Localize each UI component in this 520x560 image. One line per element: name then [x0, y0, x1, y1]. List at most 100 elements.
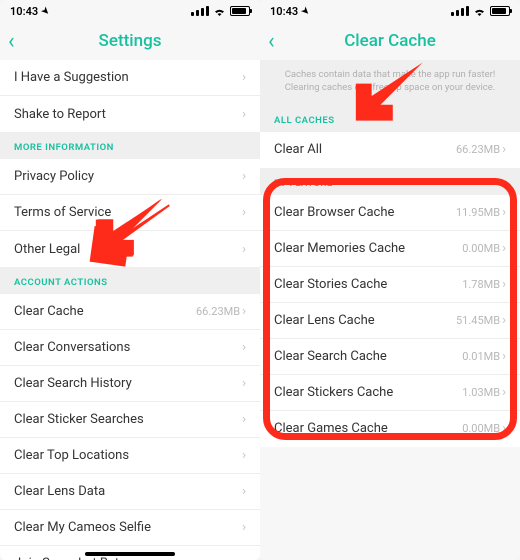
- row-clear-games-cache[interactable]: Clear Games Cache 0.00MB›: [260, 411, 520, 447]
- nav-header: ‹ Clear Cache: [260, 22, 520, 60]
- row-label: Clear Lens Data: [14, 484, 105, 499]
- row-clear-sticker-searches[interactable]: Clear Sticker Searches ›: [0, 402, 260, 438]
- row-clear-browser-cache[interactable]: Clear Browser Cache 11.95MB›: [260, 195, 520, 231]
- chevron-right-icon: ›: [242, 448, 246, 463]
- back-button[interactable]: ‹: [8, 29, 15, 54]
- row-other-legal[interactable]: Other Legal ›: [0, 231, 260, 267]
- row-clear-stickers-cache[interactable]: Clear Stickers Cache 1.03MB›: [260, 375, 520, 411]
- back-button[interactable]: ‹: [268, 29, 275, 54]
- signal-icon: [451, 6, 469, 16]
- row-detail: 66.23MB: [456, 143, 500, 156]
- row-label: Terms of Service: [14, 205, 111, 220]
- chevron-right-icon: ›: [242, 520, 246, 535]
- chevron-right-icon: ›: [502, 421, 506, 436]
- row-label: Clear My Cameos Selfie: [14, 520, 151, 535]
- status-bar: 10:43 ➤: [260, 0, 520, 22]
- row-label: Clear Memories Cache: [274, 241, 405, 256]
- row-detail: 0.00MB: [462, 242, 500, 255]
- chevron-right-icon: ›: [502, 349, 506, 364]
- clear-cache-screen: 10:43 ➤ ‹ Clear Cache Caches contain dat…: [260, 0, 520, 560]
- chevron-right-icon: ›: [242, 205, 246, 220]
- row-detail: 1.78MB: [462, 278, 500, 291]
- battery-icon: [490, 6, 510, 16]
- row-label: Clear Lens Cache: [274, 313, 375, 328]
- nav-header: ‹ Settings: [0, 22, 260, 60]
- row-clear-all[interactable]: Clear All 66.23MB ›: [260, 132, 520, 168]
- info-banner: Caches contain data that make the app ru…: [260, 60, 520, 105]
- row-clear-cache[interactable]: Clear Cache 66.23MB ›: [0, 294, 260, 330]
- row-detail: 1.03MB: [462, 386, 500, 399]
- chevron-right-icon: ›: [502, 385, 506, 400]
- signal-icon: [191, 6, 209, 16]
- row-detail: 0.00MB: [462, 422, 500, 435]
- row-label: Privacy Policy: [14, 169, 94, 184]
- chevron-right-icon: ›: [242, 242, 246, 257]
- row-label: Clear Top Locations: [14, 448, 129, 463]
- row-clear-my-cameos-selfie[interactable]: Clear My Cameos Selfie ›: [0, 510, 260, 546]
- status-time: 10:43: [270, 5, 298, 18]
- page-title: Settings: [99, 31, 162, 51]
- wifi-icon: [473, 7, 486, 16]
- wifi-icon: [213, 7, 226, 16]
- row-label: Clear Stories Cache: [274, 277, 387, 292]
- row-label: Clear Cache: [14, 304, 84, 319]
- row-label: Clear Search History: [14, 376, 132, 391]
- chevron-right-icon: ›: [242, 304, 246, 319]
- row-shake-to-report[interactable]: Shake to Report ›: [0, 96, 260, 132]
- location-icon: ➤: [39, 5, 51, 17]
- chevron-right-icon: ›: [242, 556, 246, 560]
- row-suggestion[interactable]: I Have a Suggestion ›: [0, 60, 260, 96]
- chevron-right-icon: ›: [502, 313, 506, 328]
- chevron-right-icon: ›: [242, 412, 246, 427]
- section-by-feature: BY FEATURE: [260, 168, 520, 195]
- row-privacy-policy[interactable]: Privacy Policy ›: [0, 159, 260, 195]
- chevron-right-icon: ›: [502, 277, 506, 292]
- row-label: Clear Conversations: [14, 340, 130, 355]
- row-label: Clear Stickers Cache: [274, 385, 393, 400]
- row-terms-of-service[interactable]: Terms of Service ›: [0, 195, 260, 231]
- list-top: I Have a Suggestion › Shake to Report ›: [0, 60, 260, 132]
- row-clear-search-history[interactable]: Clear Search History ›: [0, 366, 260, 402]
- row-label: Clear Browser Cache: [274, 205, 394, 220]
- row-clear-lens-data[interactable]: Clear Lens Data ›: [0, 474, 260, 510]
- row-label: Clear Games Cache: [274, 421, 388, 436]
- list-by-feature: Clear Browser Cache 11.95MB› Clear Memor…: [260, 195, 520, 447]
- status-bar: 10:43 ➤: [0, 0, 260, 22]
- chevron-right-icon: ›: [502, 241, 506, 256]
- list-more-info: Privacy Policy › Terms of Service › Othe…: [0, 159, 260, 267]
- chevron-right-icon: ›: [242, 169, 246, 184]
- chevron-right-icon: ›: [502, 205, 506, 220]
- row-label: Shake to Report: [14, 107, 106, 122]
- row-label: I Have a Suggestion: [14, 70, 129, 85]
- row-label: Clear Search Cache: [274, 349, 387, 364]
- location-icon: ➤: [299, 5, 311, 17]
- row-clear-lens-cache[interactable]: Clear Lens Cache 51.45MB›: [260, 303, 520, 339]
- list-account-actions: Clear Cache 66.23MB › Clear Conversation…: [0, 294, 260, 560]
- section-all-caches: ALL CACHES: [260, 105, 520, 132]
- chevron-right-icon: ›: [242, 376, 246, 391]
- row-label: Clear Sticker Searches: [14, 412, 144, 427]
- section-more-info: MORE INFORMATION: [0, 132, 260, 159]
- row-label: Join Snapchat Beta: [14, 556, 126, 560]
- chevron-right-icon: ›: [242, 340, 246, 355]
- row-clear-stories-cache[interactable]: Clear Stories Cache 1.78MB›: [260, 267, 520, 303]
- battery-icon: [230, 6, 250, 16]
- row-clear-conversations[interactable]: Clear Conversations ›: [0, 330, 260, 366]
- row-detail: 66.23MB: [196, 305, 240, 318]
- home-indicator[interactable]: [85, 552, 175, 556]
- chevron-right-icon: ›: [242, 107, 246, 122]
- row-detail: 0.01MB: [462, 350, 500, 363]
- section-account-actions: ACCOUNT ACTIONS: [0, 267, 260, 294]
- chevron-right-icon: ›: [502, 142, 506, 157]
- status-time: 10:43: [10, 5, 38, 18]
- chevron-right-icon: ›: [242, 70, 246, 85]
- row-detail: 51.45MB: [456, 314, 500, 327]
- row-clear-top-locations[interactable]: Clear Top Locations ›: [0, 438, 260, 474]
- row-clear-memories-cache[interactable]: Clear Memories Cache 0.00MB›: [260, 231, 520, 267]
- chevron-right-icon: ›: [242, 484, 246, 499]
- row-label: Other Legal: [14, 242, 80, 257]
- row-clear-search-cache[interactable]: Clear Search Cache 0.01MB›: [260, 339, 520, 375]
- row-detail: 11.95MB: [456, 206, 500, 219]
- settings-screen: 10:43 ➤ ‹ Settings I Have a Suggestion ›…: [0, 0, 260, 560]
- row-label: Clear All: [274, 142, 322, 157]
